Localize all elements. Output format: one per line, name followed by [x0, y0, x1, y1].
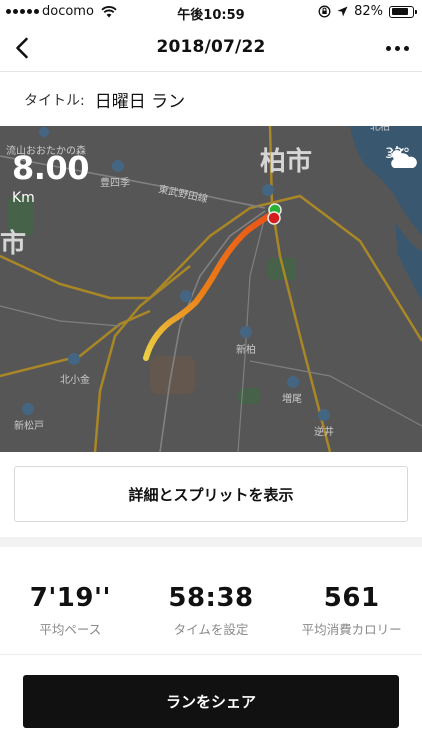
battery-fill — [391, 8, 408, 15]
stat-label: タイムを設定 — [173, 622, 249, 637]
stat-value: 7'19'' — [29, 583, 111, 613]
stat-pace: 7'19'' 平均ペース — [0, 547, 141, 655]
nav-bar: 2018/07/22 — [0, 24, 422, 72]
stat-calories: 561 平均消費カロリー — [281, 547, 422, 655]
more-dot-icon — [394, 45, 400, 51]
run-title-value: 日曜日 ラン — [94, 92, 186, 112]
weather-overlay: 32° — [385, 146, 418, 168]
orientation-lock-icon — [318, 5, 331, 18]
run-stats: 7'19'' 平均ペース 58:38 タイムを設定 561 平均消費カロリー — [0, 547, 422, 655]
section-divider — [0, 537, 422, 547]
distance-overlay: 8.00 Km — [12, 150, 89, 206]
more-dot-icon — [403, 45, 409, 51]
view-details-splits-button[interactable]: 詳細とスプリットを表示 — [14, 466, 408, 522]
distance-value: 8.00 — [12, 149, 89, 187]
divider — [0, 654, 422, 655]
distance-unit: Km — [12, 190, 35, 206]
more-options-button[interactable] — [382, 38, 412, 58]
run-title-row[interactable]: タイトル: 日曜日 ラン — [0, 73, 422, 126]
stat-time: 58:38 タイムを設定 — [141, 547, 282, 655]
route-map[interactable]: 流山おおたかの森 豊四季 東武野田線 北小金 新松戸 新柏 増尾 逆井 北柏 柏… — [0, 126, 422, 452]
status-bar: docomo 午後10:59 82% — [0, 0, 422, 24]
page-title: 2018/07/22 — [156, 37, 266, 57]
stat-label: 平均消費カロリー — [301, 622, 402, 637]
battery-percent: 82% — [354, 4, 383, 19]
stat-value: 58:38 — [168, 583, 254, 613]
stat-label: 平均ペース — [39, 622, 102, 637]
more-dot-icon — [385, 45, 391, 51]
share-run-button[interactable]: ランをシェア — [23, 675, 399, 728]
battery-icon — [389, 5, 417, 18]
partly-cloudy-icon — [387, 146, 418, 168]
run-title-label: タイトル: — [24, 92, 85, 109]
status-right: 82% — [318, 4, 417, 19]
location-arrow-icon — [337, 6, 348, 17]
stat-value: 561 — [323, 583, 380, 613]
